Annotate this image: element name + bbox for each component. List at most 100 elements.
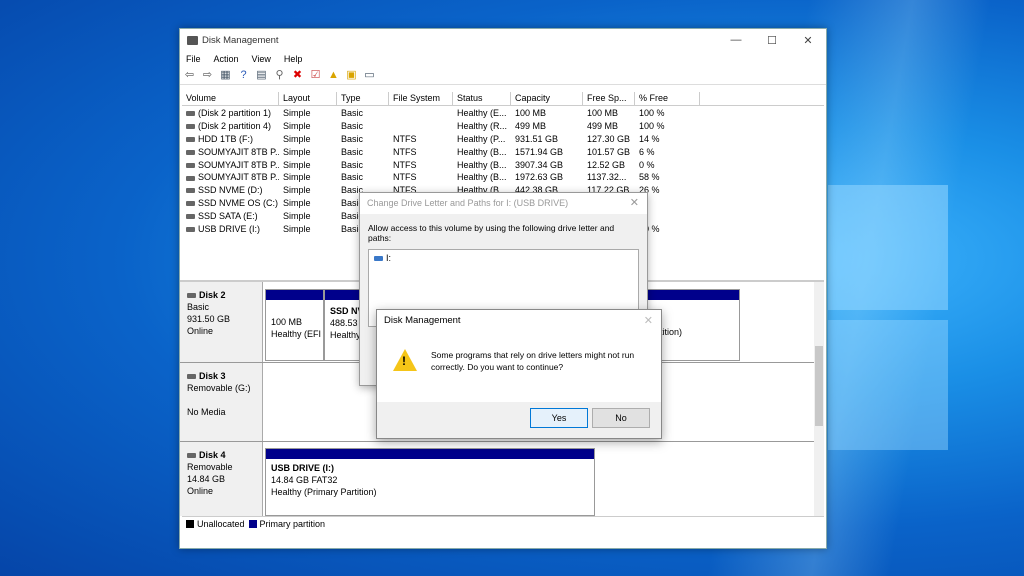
table-cell: 14 % <box>639 133 660 144</box>
partition-ssd-nvme[interactable]: SSD NV488.53 GHealthy <box>324 289 362 361</box>
dialog-title: Change Drive Letter and Paths for I: (US… <box>360 193 647 214</box>
table-row[interactable]: SOUMYAJIT 8TB P... Simple Basic NTFS Healthy… <box>182 159 824 172</box>
table-cell: Simple <box>283 172 311 183</box>
col-layout[interactable]: Layout <box>279 92 337 105</box>
back-icon[interactable]: ⇦ <box>183 69 196 81</box>
col-file-system[interactable]: File System <box>389 92 453 105</box>
table-cell: 1137.32... <box>587 172 627 183</box>
drive-icon <box>186 136 195 142</box>
windows-logo-pane <box>828 185 948 310</box>
disk-view-scrollbar[interactable] <box>814 282 824 516</box>
legend-unallocated: Unallocated <box>197 519 245 529</box>
menu-view[interactable]: View <box>252 54 271 64</box>
menu-file[interactable]: File <box>186 54 201 64</box>
legend: Unallocated Primary partition <box>182 516 824 531</box>
table-cell: Basic <box>341 146 364 157</box>
col-capacity[interactable]: Capacity <box>511 92 583 105</box>
disk-2-label[interactable]: Disk 2 Basic 931.50 GB Online <box>180 282 263 362</box>
disk-4-label[interactable]: Disk 4 Removable 14.84 GB Online <box>180 442 263 516</box>
warning-icon: ! <box>393 349 417 371</box>
no-button[interactable]: No <box>592 408 650 428</box>
table-cell: 100 MB <box>587 108 619 118</box>
check-icon[interactable]: ☑ <box>309 69 322 81</box>
table-cell: Simple <box>283 108 311 118</box>
yes-button[interactable]: Yes <box>530 408 588 428</box>
drive-icon <box>186 227 195 233</box>
table-cell: Simple <box>283 133 311 144</box>
table-cell: 100 % <box>639 108 665 118</box>
table-row[interactable]: (Disk 2 partition 4) Simple Basic Healthy (… <box>182 120 824 133</box>
menu-help[interactable]: Help <box>284 54 303 64</box>
disk-management-icon <box>187 35 198 45</box>
disk-icon <box>187 293 196 299</box>
delete-icon[interactable]: ✖ <box>291 69 304 81</box>
forward-icon[interactable]: ⇨ <box>201 69 214 81</box>
menu-action[interactable]: Action <box>214 54 239 64</box>
table-cell: 12.52 GB <box>587 159 626 170</box>
confirm-message: Some programs that rely on drive letters… <box>431 350 635 372</box>
windows-logo-pane <box>828 320 948 450</box>
partition-usb-drive[interactable]: USB DRIVE (I:) 14.84 GB FAT32 Healthy (Pri… <box>265 448 595 516</box>
cell-volume: SSD SATA (E:) <box>182 210 279 223</box>
col-status[interactable]: Status <box>453 92 511 105</box>
table-cell: 0 % <box>639 159 655 170</box>
table-cell: Simple <box>283 159 311 170</box>
table-cell: NTFS <box>393 146 417 157</box>
drive-icon <box>186 214 195 220</box>
table-cell <box>389 107 453 120</box>
folder-search-icon[interactable]: ▣ <box>345 69 358 81</box>
table-cell: Basic <box>341 159 364 170</box>
table-cell: Healthy (R... <box>457 120 508 131</box>
legend-primary: Primary partition <box>259 519 326 529</box>
maximize-button[interactable]: ☐ <box>754 34 790 47</box>
table-cell: 127.30 GB <box>587 133 631 144</box>
table-cell: 58 % <box>639 172 660 183</box>
connect-icon[interactable]: ⚲ <box>273 69 286 81</box>
col-type[interactable]: Type <box>337 92 389 105</box>
window-title: Disk Management <box>202 34 279 46</box>
confirm-dialog: Disk Management ✕ ! Some programs that r… <box>376 309 662 439</box>
table-cell: Healthy (B... <box>457 146 507 157</box>
table-cell: Healthy (P... <box>457 133 506 144</box>
console-icon[interactable]: ▦ <box>219 69 232 81</box>
col-percent-free[interactable]: % Free <box>635 92 700 105</box>
drive-icon <box>186 162 195 168</box>
table-cell: 101.57 GB <box>587 146 631 157</box>
drive-icon <box>186 175 195 181</box>
table-row[interactable]: (Disk 2 partition 1) Simple Basic Healthy (… <box>182 107 824 120</box>
drive-letter-item[interactable]: I: <box>386 253 391 263</box>
volume-list-header: Volume Layout Type File System Status Ca… <box>182 92 824 106</box>
primary-swatch <box>248 520 257 528</box>
confirm-close-button[interactable]: ✕ <box>644 310 653 332</box>
scrollbar-thumb[interactable] <box>815 346 823 426</box>
disk-3-label[interactable]: Disk 3 Removable (G:) No Media <box>180 363 263 441</box>
table-cell: 499 MB <box>515 120 547 131</box>
table-cell: Healthy (E... <box>457 108 507 118</box>
list-icon[interactable]: ▤ <box>255 69 268 81</box>
properties-icon[interactable]: ▭ <box>363 69 376 81</box>
table-cell: Simple <box>283 198 311 209</box>
cell-volume: (Disk 2 partition 4) <box>182 120 279 133</box>
drive-icon <box>186 201 195 207</box>
table-row[interactable]: HDD 1TB (F:) Simple Basic NTFS Healthy (P...… <box>182 133 824 146</box>
dialog-message: Allow access to this volume by using the… <box>368 223 615 243</box>
disk-4-row: Disk 4 Removable 14.84 GB Online USB DRIVE… <box>180 442 814 516</box>
table-row[interactable]: SOUMYAJIT 8TB P... Simple Basic NTFS Healthy… <box>182 146 824 159</box>
table-cell: NTFS <box>393 133 417 144</box>
help-icon[interactable]: ? <box>237 69 250 81</box>
drive-icon <box>186 124 195 130</box>
table-row[interactable]: SOUMYAJIT 8TB P... Simple Basic NTFS Healthy… <box>182 171 824 184</box>
partition-efi[interactable]: 100 MB Healthy (EFI <box>265 289 324 361</box>
cell-volume: SOUMYAJIT 8TB P... <box>182 146 279 159</box>
folder-up-icon[interactable]: ▲ <box>327 69 340 81</box>
table-cell: 1571.94 GB <box>515 146 564 157</box>
menu-bar: File Action View Help <box>180 51 826 66</box>
minimize-button[interactable]: — <box>718 34 754 46</box>
table-cell: NTFS <box>393 172 417 183</box>
cell-volume: HDD 1TB (F:) <box>182 133 279 146</box>
col-volume[interactable]: Volume <box>182 92 279 105</box>
table-cell: NTFS <box>393 159 417 170</box>
col-free-space[interactable]: Free Sp... <box>583 92 635 105</box>
dialog-close-button[interactable]: ✕ <box>630 193 639 214</box>
close-button[interactable]: ✕ <box>790 34 826 47</box>
